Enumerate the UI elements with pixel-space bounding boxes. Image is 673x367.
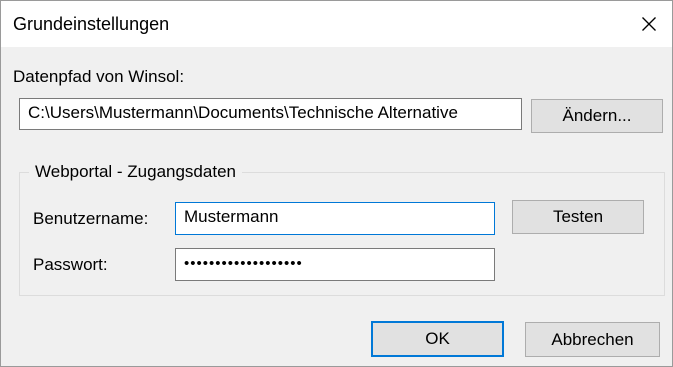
datapath-field[interactable]: C:\Users\Mustermann\Documents\Technische…: [19, 98, 522, 130]
cancel-button[interactable]: Abbrechen: [525, 322, 660, 357]
window-title: Grundeinstellungen: [13, 14, 170, 34]
username-label: Benutzername:: [33, 209, 149, 228]
webportal-group-label: Webportal - Zugangsdaten: [29, 162, 242, 182]
change-path-button[interactable]: Ändern...: [531, 99, 663, 133]
password-label: Passwort:: [33, 255, 108, 274]
username-input[interactable]: Mustermann: [175, 202, 495, 235]
settings-dialog: Grundeinstellungen Datenpfad von Winsol:…: [0, 0, 673, 367]
close-icon: [642, 17, 656, 31]
datapath-label: Datenpfad von Winsol:: [13, 67, 185, 86]
test-button[interactable]: Testen: [512, 200, 644, 234]
close-button[interactable]: [626, 1, 672, 47]
title-bar: Grundeinstellungen: [1, 1, 672, 47]
ok-button[interactable]: OK: [371, 321, 504, 357]
password-input[interactable]: •••••••••••••••••••: [175, 248, 495, 281]
password-value: •••••••••••••••••••: [184, 255, 303, 272]
username-value: Mustermann: [184, 207, 279, 226]
datapath-value: C:\Users\Mustermann\Documents\Technische…: [28, 103, 458, 122]
